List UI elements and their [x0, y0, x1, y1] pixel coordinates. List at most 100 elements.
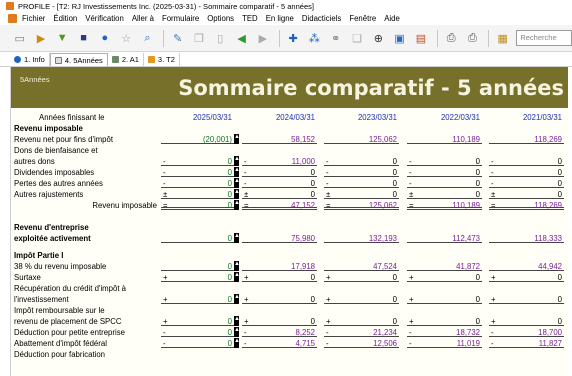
menu-aller-a[interactable]: Aller à [132, 14, 154, 23]
menu-formulaire[interactable]: Formulaire [162, 14, 199, 23]
value-field[interactable]: -0 [161, 156, 234, 166]
back-arrow-icon[interactable]: ◀ [234, 30, 249, 46]
override-marker[interactable]: ▲ [234, 167, 240, 177]
form-icon[interactable]: ▤ [413, 30, 428, 46]
zoom-icon[interactable]: ⊕ [371, 30, 386, 46]
value-field[interactable]: ±0 [324, 189, 399, 199]
value-field[interactable]: +0 [489, 294, 564, 304]
menu-ted[interactable]: TED [242, 14, 258, 23]
value-field[interactable]: -0 [161, 327, 234, 337]
open-icon[interactable]: ▶ [33, 30, 48, 46]
value-field[interactable]: ±0 [489, 189, 564, 199]
star-icon[interactable]: ☆ [118, 30, 133, 46]
menu-options[interactable]: Options [207, 14, 234, 23]
tab-info[interactable]: 1. Info [10, 53, 50, 66]
print-preview-icon[interactable]: ⎙ [465, 30, 480, 46]
value-field[interactable]: -18,732 [407, 327, 482, 337]
value-field[interactable]: +0 [407, 316, 482, 326]
tab-t2[interactable]: 3. T2 [144, 53, 180, 66]
menu-en-ligne[interactable]: En ligne [266, 14, 294, 23]
value-field[interactable]: +0 [407, 294, 482, 304]
value-field[interactable]: -11,827 [489, 338, 564, 348]
value-field[interactable]: 0 [161, 261, 234, 271]
value-field[interactable]: +0 [161, 272, 234, 282]
delete-icon[interactable]: ▯ [213, 30, 228, 46]
override-marker[interactable]: ▲ [234, 261, 240, 271]
value-field[interactable]: (20,001) [161, 134, 234, 144]
value-field[interactable]: 110,189 [407, 134, 482, 144]
value-field[interactable]: -0 [324, 178, 399, 188]
value-field[interactable]: +0 [489, 316, 564, 326]
forward-arrow-icon[interactable]: ▶ [255, 30, 270, 46]
value-field[interactable]: +0 [489, 272, 564, 282]
override-marker[interactable]: ▲ [234, 338, 240, 348]
value-field[interactable]: -0 [161, 338, 234, 348]
value-field[interactable]: -8,252 [242, 327, 317, 337]
search-doc-icon[interactable]: ⌕ [140, 30, 155, 46]
tree-icon[interactable]: ⁂ [307, 30, 322, 46]
value-field[interactable]: -0 [242, 178, 317, 188]
value-field[interactable]: ±0 [161, 189, 234, 199]
override-marker[interactable]: ▲ [234, 200, 240, 210]
override-marker[interactable]: ▲ [234, 134, 240, 144]
value-field[interactable]: +0 [324, 294, 399, 304]
search-input[interactable]: Recherche [516, 30, 572, 46]
value-field[interactable]: +0 [161, 316, 234, 326]
override-marker[interactable]: ▲ [234, 272, 240, 282]
override-marker[interactable]: ▲ [234, 156, 240, 166]
value-field[interactable]: -0 [407, 156, 482, 166]
new-doc-icon[interactable]: ▭ [12, 30, 27, 46]
add-icon[interactable]: ✚ [285, 30, 300, 46]
value-field[interactable]: -0 [407, 178, 482, 188]
calculator-icon[interactable]: ▦ [495, 30, 510, 46]
value-field[interactable]: 47,524 [324, 261, 399, 271]
override-marker[interactable]: ▲ [234, 327, 240, 337]
edit-icon[interactable]: ✎ [170, 30, 185, 46]
value-field[interactable]: 118,333 [489, 233, 564, 243]
value-field[interactable]: ±0 [242, 189, 317, 199]
override-marker[interactable]: ▲ [234, 178, 240, 188]
value-field[interactable]: -0 [161, 167, 234, 177]
value-field[interactable]: -0 [242, 167, 317, 177]
view-icon[interactable]: ▣ [392, 30, 407, 46]
value-field[interactable]: +0 [242, 272, 317, 282]
value-field[interactable]: -12,506 [324, 338, 399, 348]
value-field[interactable]: 44,942 [489, 261, 564, 271]
menu-fichier[interactable]: Fichier [22, 14, 45, 23]
value-field[interactable]: -4,715 [242, 338, 317, 348]
value-field[interactable]: -11,000 [242, 156, 317, 166]
override-marker[interactable]: ▲ [234, 189, 240, 199]
value-field[interactable]: -21,234 [324, 327, 399, 337]
override-marker[interactable]: ▲ [234, 316, 240, 326]
value-field[interactable]: -0 [489, 167, 564, 177]
value-field[interactable]: 132,193 [324, 233, 399, 243]
value-field[interactable]: -0 [324, 156, 399, 166]
value-field[interactable]: 118,269 [489, 134, 564, 144]
info-icon[interactable]: ● [97, 30, 112, 46]
tab-a1[interactable]: 2. A1 [108, 53, 144, 66]
value-field[interactable]: +0 [161, 294, 234, 304]
document-icon[interactable] [8, 14, 17, 23]
value-field[interactable]: 75,980 [242, 233, 317, 243]
value-field[interactable]: +0 [242, 316, 317, 326]
menu-fenetre[interactable]: Fenêtre [349, 14, 376, 23]
value-field[interactable]: 0 [161, 233, 234, 243]
value-field[interactable]: -0 [489, 156, 564, 166]
import-icon[interactable]: ▼ [55, 30, 70, 46]
copy-icon[interactable]: ❐ [191, 30, 206, 46]
value-field[interactable]: -0 [324, 167, 399, 177]
value-field[interactable]: -18,700 [489, 327, 564, 337]
save-icon[interactable]: ■ [76, 30, 91, 46]
paste-icon[interactable]: ❏ [349, 30, 364, 46]
value-field[interactable]: -0 [407, 167, 482, 177]
link-icon[interactable]: ⚭ [328, 30, 343, 46]
value-field[interactable]: -11,019 [407, 338, 482, 348]
value-field[interactable]: 17,918 [242, 261, 317, 271]
tab-5annees[interactable]: 4. 5Années [49, 53, 108, 66]
value-field[interactable]: +0 [242, 294, 317, 304]
print-icon[interactable]: ⎙ [444, 30, 459, 46]
value-field[interactable]: -0 [161, 178, 234, 188]
value-field[interactable]: +0 [324, 272, 399, 282]
override-marker[interactable]: ▲ [234, 294, 240, 304]
value-field[interactable]: 58,152 [242, 134, 317, 144]
